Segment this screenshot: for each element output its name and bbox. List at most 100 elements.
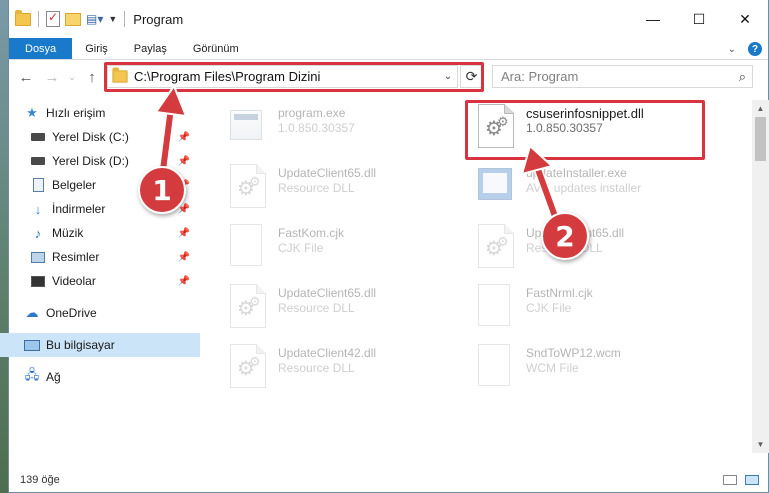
music-icon: ♪ bbox=[34, 225, 42, 241]
back-arrow-icon[interactable]: ← bbox=[15, 69, 37, 86]
downloads-icon: ↓ bbox=[34, 201, 42, 217]
disk-icon bbox=[30, 130, 46, 144]
documents-icon bbox=[30, 178, 46, 192]
pin-icon: 📌 bbox=[177, 155, 190, 167]
sidebar-item-music[interactable]: ♪ Müzik 📌 bbox=[0, 221, 200, 245]
sidebar-item-label: Müzik bbox=[52, 226, 84, 240]
file-name: UpdateClient65.dll bbox=[278, 166, 377, 180]
up-arrow-icon[interactable]: ↑ bbox=[81, 69, 103, 86]
file-item[interactable]: ⚙⚙ UpdateClient65.dllResource DLL bbox=[478, 224, 718, 272]
file-icon bbox=[478, 344, 516, 390]
file-item[interactable]: updateInstaller.exe AVG updates installer bbox=[478, 164, 718, 212]
sidebar-item-label: Videolar bbox=[52, 274, 96, 288]
ribbon-tabs: Dosya Giriş Paylaş Görünüm ⌄ ? bbox=[9, 38, 768, 60]
exe-icon bbox=[230, 104, 268, 150]
window-controls: — ☐ ✕ bbox=[630, 0, 768, 38]
scroll-thumb[interactable] bbox=[755, 117, 766, 161]
quick-access-toolbar: ▤▾ ▼ bbox=[9, 9, 127, 27]
file-name: FastKom.cjk bbox=[278, 226, 345, 240]
toolbar-separator bbox=[124, 11, 126, 27]
sidebar-item-label: Bu bilgisayar bbox=[46, 338, 115, 352]
scroll-up-icon[interactable]: ▲ bbox=[752, 100, 769, 117]
dll-icon: ⚙ ⚙ bbox=[230, 164, 268, 210]
minimize-button[interactable]: — bbox=[630, 0, 676, 38]
sidebar-item-label: Resimler bbox=[52, 250, 100, 264]
cloud-icon: ☁ bbox=[25, 305, 39, 320]
tab-share[interactable]: Paylaş bbox=[121, 38, 180, 59]
file-icon bbox=[478, 284, 516, 330]
new-folder-icon[interactable] bbox=[65, 12, 81, 26]
details-view-icon[interactable] bbox=[723, 475, 737, 485]
properties-icon[interactable] bbox=[46, 10, 60, 27]
sidebar-item-label: İndirmeler bbox=[52, 202, 106, 216]
sidebar-item-this-pc[interactable]: Bu bilgisayar bbox=[0, 333, 200, 357]
customize-toolbar-icon[interactable]: ▼ bbox=[108, 14, 117, 24]
sidebar-item-pictures[interactable]: Resimler 📌 bbox=[0, 245, 200, 269]
computer-icon bbox=[24, 338, 40, 352]
view-options-icon[interactable]: ▤▾ bbox=[86, 12, 103, 26]
pin-icon: 📌 bbox=[177, 251, 190, 263]
file-item[interactable]: FastNrml.cjk CJK File bbox=[478, 284, 718, 332]
search-input[interactable]: Ara: Program ⌕ bbox=[492, 65, 753, 88]
disk-icon bbox=[30, 154, 46, 168]
network-icon: 🖧 bbox=[24, 367, 40, 382]
file-item[interactable]: ⚙⚙ UpdateClient65.dllResource DLL bbox=[230, 164, 470, 212]
sidebar-item-label: Yerel Disk (D:) bbox=[52, 154, 129, 168]
file-item[interactable]: SndToWP12.wcm WCM File bbox=[478, 344, 718, 392]
address-highlight-box bbox=[104, 62, 484, 92]
tab-view[interactable]: Görünüm bbox=[180, 38, 252, 59]
file-name: updateInstaller.exe bbox=[526, 166, 627, 180]
dll-icon: ⚙ ⚙ bbox=[230, 284, 268, 330]
file-item[interactable]: program.exe 1.0.850.30357 bbox=[230, 104, 470, 152]
tab-file[interactable]: Dosya bbox=[9, 38, 73, 59]
file-name: UpdateClient42.dll bbox=[278, 346, 377, 360]
maximize-button[interactable]: ☐ bbox=[676, 0, 722, 38]
close-button[interactable]: ✕ bbox=[722, 0, 768, 38]
tab-home[interactable]: Giriş bbox=[72, 38, 121, 59]
toolbar-separator bbox=[38, 11, 39, 27]
installer-icon bbox=[478, 164, 516, 210]
scroll-down-icon[interactable]: ▼ bbox=[752, 436, 769, 453]
file-name: FastNrml.cjk bbox=[526, 286, 593, 300]
videos-icon bbox=[30, 274, 46, 288]
recent-locations-icon[interactable]: ⌄ bbox=[67, 72, 77, 83]
file-item[interactable]: ⚙ ⚙ UpdateClient42.dll Resource DLL bbox=[230, 344, 470, 392]
file-highlight-box bbox=[465, 100, 705, 160]
sidebar-item-label: Belgeler bbox=[52, 178, 97, 192]
forward-arrow-icon[interactable]: → bbox=[41, 69, 63, 86]
file-detail: Resource DLL bbox=[278, 301, 355, 315]
sidebar-item-label: Ağ bbox=[46, 370, 61, 384]
file-name: SndToWP12.wcm bbox=[526, 346, 621, 360]
folder-icon bbox=[15, 9, 31, 26]
file-item[interactable]: FastKom.cjk CJK File bbox=[230, 224, 470, 272]
file-detail: 1.0.850.30357 bbox=[278, 121, 355, 135]
sidebar-item-quick-access[interactable]: ★ Hızlı erişim bbox=[0, 101, 200, 125]
file-detail: WCM File bbox=[526, 361, 579, 375]
help-icon[interactable]: ? bbox=[748, 42, 762, 56]
vertical-scrollbar[interactable]: ▲ ▼ bbox=[752, 100, 769, 453]
file-detail: CJK File bbox=[278, 241, 324, 255]
status-bar: 139 öğe bbox=[8, 467, 767, 493]
search-placeholder: Ara: Program bbox=[501, 69, 579, 84]
sidebar-item-onedrive[interactable]: ☁ OneDrive bbox=[0, 301, 200, 325]
file-icon bbox=[230, 224, 268, 270]
large-icons-view-icon[interactable] bbox=[745, 475, 759, 485]
callout-badge-2: 2 bbox=[541, 212, 589, 260]
expand-ribbon-icon[interactable]: ⌄ bbox=[728, 44, 736, 55]
sidebar-item-disk-c[interactable]: Yerel Disk (C:) 📌 bbox=[0, 125, 200, 149]
title-bar: ▤▾ ▼ Program — ☐ ✕ bbox=[9, 0, 768, 38]
sidebar-item-videos[interactable]: Videolar 📌 bbox=[0, 269, 200, 293]
item-count: 139 öğe bbox=[20, 474, 60, 486]
file-item[interactable]: ⚙⚙ UpdateClient65.dllResource DLL bbox=[230, 284, 470, 332]
pin-icon: 📌 bbox=[177, 227, 190, 239]
sidebar-item-network[interactable]: 🖧 Ağ bbox=[0, 365, 200, 389]
file-name: program.exe bbox=[278, 106, 346, 120]
pictures-icon bbox=[30, 250, 46, 264]
file-detail: Resource DLL bbox=[278, 361, 355, 375]
file-name: UpdateClient65.dll bbox=[278, 286, 377, 300]
file-detail: AVG updates installer bbox=[526, 181, 642, 195]
search-icon[interactable]: ⌕ bbox=[739, 69, 746, 85]
file-detail: CJK File bbox=[526, 301, 572, 315]
file-detail: Resource DLL bbox=[278, 181, 355, 195]
dll-icon: ⚙ ⚙ bbox=[478, 224, 516, 270]
